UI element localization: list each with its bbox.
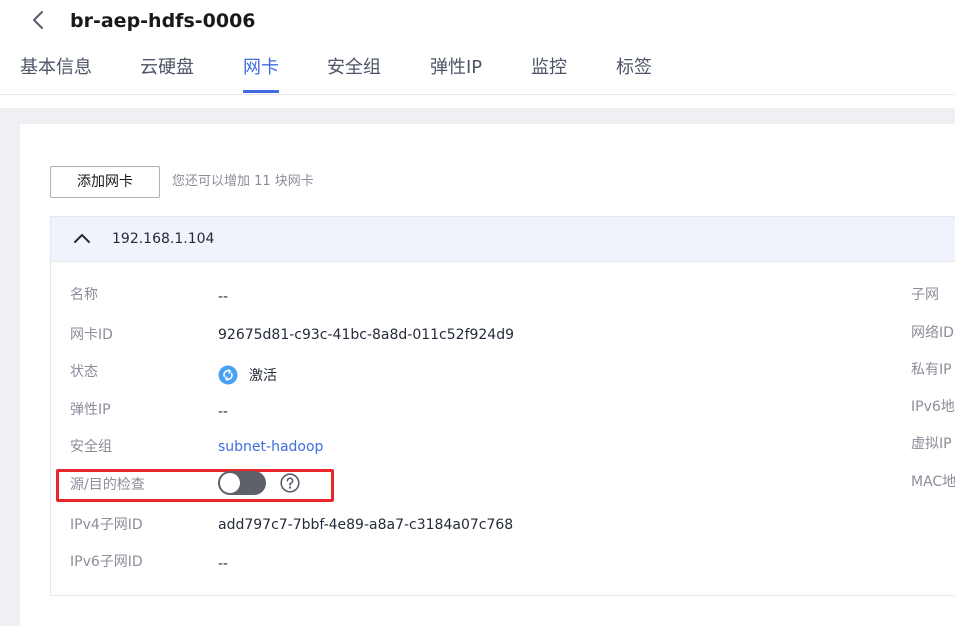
field-label-status: 状态 bbox=[70, 364, 98, 380]
src-dst-check-toggle[interactable] bbox=[218, 471, 266, 495]
page-title: br-aep-hdfs-0006 bbox=[70, 10, 256, 32]
field-label-mac-address: MAC地 bbox=[911, 474, 955, 490]
nic-panel-header[interactable]: 192.168.1.104 bbox=[51, 217, 955, 262]
field-value-name: -- bbox=[218, 289, 229, 305]
nic-quota-hint: 您还可以增加 11 块网卡 bbox=[172, 174, 314, 189]
tab-nic[interactable]: 网卡 bbox=[243, 52, 279, 93]
chevron-up-icon[interactable] bbox=[73, 231, 91, 245]
tab-monitoring[interactable]: 监控 bbox=[531, 52, 567, 92]
field-value-status: 激活 bbox=[249, 368, 277, 384]
chevron-left-icon[interactable] bbox=[28, 9, 50, 31]
field-value-eip: -- bbox=[218, 404, 229, 420]
status-active-icon bbox=[218, 365, 238, 385]
tab-elastic-ip[interactable]: 弹性IP bbox=[430, 52, 482, 92]
field-label-src-dst-check: 源/目的检查 bbox=[70, 477, 145, 493]
tab-tags[interactable]: 标签 bbox=[616, 52, 652, 92]
nic-ip-address: 192.168.1.104 bbox=[112, 231, 215, 247]
tab-security-group[interactable]: 安全组 bbox=[327, 52, 381, 92]
field-value-ipv6-subnet-id: -- bbox=[218, 556, 229, 572]
field-label-ipv6-address: IPv6地 bbox=[911, 399, 955, 415]
field-label-virtual-ip: 虚拟IP bbox=[911, 436, 952, 452]
field-label-security-group: 安全组 bbox=[70, 439, 112, 455]
field-label-ipv6-subnet-id: IPv6子网ID bbox=[70, 554, 143, 570]
tab-basic-info[interactable]: 基本信息 bbox=[20, 52, 92, 92]
field-label-subnet: 子网 bbox=[911, 287, 939, 303]
nic-panel: 192.168.1.104 bbox=[50, 216, 955, 596]
page-header: br-aep-hdfs-0006 基本信息 云硬盘 网卡 安全组 弹性IP 监控… bbox=[0, 0, 955, 108]
field-label-nic-id: 网卡ID bbox=[70, 327, 113, 343]
tab-cloud-disk[interactable]: 云硬盘 bbox=[140, 52, 194, 92]
help-icon[interactable] bbox=[280, 473, 300, 493]
field-label-network-id: 网络ID bbox=[911, 325, 954, 341]
tab-bar: 基本信息 云硬盘 网卡 安全组 弹性IP 监控 标签 bbox=[0, 52, 955, 95]
add-nic-button[interactable]: 添加网卡 bbox=[50, 166, 160, 198]
field-value-nic-id: 92675d81-c93c-41bc-8a8d-011c52f924d9 bbox=[218, 327, 515, 343]
field-label-ipv4-subnet-id: IPv4子网ID bbox=[70, 517, 143, 533]
field-label-private-ip: 私有IP bbox=[911, 362, 952, 378]
toggle-knob bbox=[220, 473, 240, 493]
field-value-ipv4-subnet-id: add797c7-7bbf-4e89-a8a7-c3184a07c768 bbox=[218, 517, 514, 533]
field-label-name: 名称 bbox=[70, 287, 98, 303]
security-group-link[interactable]: subnet-hadoop bbox=[218, 437, 323, 457]
field-label-eip: 弹性IP bbox=[70, 402, 111, 418]
